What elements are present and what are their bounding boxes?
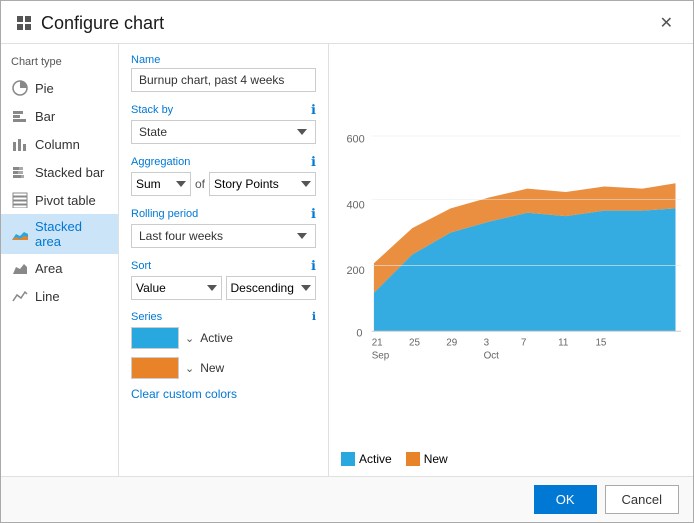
active-series-name: Active xyxy=(200,331,233,345)
x-label-25: 25 xyxy=(409,338,420,349)
chart-svg: 600 400 200 0 21 25 29 3 7 xyxy=(341,54,681,444)
chart-type-stacked-bar[interactable]: Stacked bar xyxy=(1,158,118,186)
chart-type-bar[interactable]: Bar xyxy=(1,102,118,130)
stack-by-select[interactable]: State xyxy=(131,120,316,144)
sort-field-select[interactable]: Value xyxy=(131,276,222,300)
legend-new-swatch xyxy=(406,452,420,466)
stacked-bar-label: Stacked bar xyxy=(35,165,104,180)
sort-row: Value Descending xyxy=(131,276,316,300)
dialog-footer: OK Cancel xyxy=(1,476,693,522)
legend-active-swatch xyxy=(341,452,355,466)
legend-active: Active xyxy=(341,452,392,466)
dialog-body: Chart type Pie xyxy=(1,44,693,476)
new-chevron-icon[interactable]: ⌄ xyxy=(185,362,194,375)
stack-by-info-icon[interactable]: ℹ xyxy=(311,102,316,118)
rolling-period-label: Rolling period ℹ xyxy=(131,206,316,222)
rolling-period-info-icon[interactable]: ℹ xyxy=(311,206,316,222)
stacked-bar-icon xyxy=(11,163,29,181)
x-label-11: 11 xyxy=(558,338,568,349)
column-icon xyxy=(11,135,29,153)
dialog-title: Configure chart xyxy=(41,13,654,34)
chart-area: 600 400 200 0 21 25 29 3 7 xyxy=(341,54,681,444)
chart-type-area[interactable]: Area xyxy=(1,254,118,282)
chart-type-header: Chart type xyxy=(1,52,118,74)
cancel-button[interactable]: Cancel xyxy=(605,485,679,514)
aggregation-group: Aggregation ℹ Sum of Story Points xyxy=(131,154,316,196)
active-chevron-icon[interactable]: ⌄ xyxy=(185,332,194,345)
aggregation-label: Aggregation ℹ xyxy=(131,154,316,170)
dialog-title-bar: Configure chart ✕ xyxy=(1,1,693,44)
pie-label: Pie xyxy=(35,81,54,96)
chart-type-pivot[interactable]: Pivot table xyxy=(1,186,118,214)
aggregation-info-icon[interactable]: ℹ xyxy=(311,154,316,170)
series-label: Series ℹ xyxy=(131,310,316,323)
new-series-name: New xyxy=(200,361,224,375)
configure-chart-dialog: Configure chart ✕ Chart type Pie xyxy=(0,0,694,523)
stack-by-group: Stack by ℹ State xyxy=(131,102,316,144)
clear-colors-link[interactable]: Clear custom colors xyxy=(131,387,237,401)
pivot-label: Pivot table xyxy=(35,193,96,208)
name-group: Name xyxy=(131,54,316,92)
month-sep: Sep xyxy=(372,351,390,362)
series-group: Series ℹ ⌄ Active ⌄ New Clear custom col… xyxy=(131,310,316,401)
x-label-29: 29 xyxy=(446,338,457,349)
series-item-new: ⌄ New xyxy=(131,353,316,383)
name-label: Name xyxy=(131,54,316,66)
x-label-3: 3 xyxy=(484,338,490,349)
series-info-icon[interactable]: ℹ xyxy=(312,310,316,323)
area-label: Area xyxy=(35,261,62,276)
line-icon xyxy=(11,287,29,305)
chart-type-column[interactable]: Column xyxy=(1,130,118,158)
sort-group: Sort ℹ Value Descending xyxy=(131,258,316,300)
sort-label: Sort ℹ xyxy=(131,258,316,274)
active-color-swatch[interactable] xyxy=(131,327,179,349)
stack-by-label: Stack by ℹ xyxy=(131,102,316,118)
y-label-0: 0 xyxy=(356,328,362,340)
chart-type-stacked-area[interactable]: Stacked area xyxy=(1,214,118,254)
aggregation-field-select[interactable]: Story Points xyxy=(209,172,316,196)
bar-label: Bar xyxy=(35,109,55,124)
y-label-400: 400 xyxy=(346,199,364,211)
line-label: Line xyxy=(35,289,60,304)
pie-icon xyxy=(11,79,29,97)
ok-button[interactable]: OK xyxy=(534,485,597,514)
legend-active-label: Active xyxy=(359,452,392,466)
area-icon xyxy=(11,259,29,277)
stacked-area-label: Stacked area xyxy=(35,219,108,249)
name-input[interactable] xyxy=(131,68,316,92)
pivot-icon xyxy=(11,191,29,209)
x-label-7: 7 xyxy=(521,338,526,349)
sort-order-select[interactable]: Descending xyxy=(226,276,317,300)
chart-type-line[interactable]: Line xyxy=(1,282,118,310)
chart-type-pie[interactable]: Pie xyxy=(1,74,118,102)
dialog-title-icon xyxy=(15,14,33,32)
legend-new: New xyxy=(406,452,448,466)
aggregation-row: Sum of Story Points xyxy=(131,172,316,196)
rolling-period-group: Rolling period ℹ Last four weeks xyxy=(131,206,316,248)
chart-preview-panel: 600 400 200 0 21 25 29 3 7 xyxy=(329,44,693,476)
month-oct: Oct xyxy=(484,351,500,362)
of-text: of xyxy=(195,177,205,191)
series-item-active: ⌄ Active xyxy=(131,323,316,353)
close-button[interactable]: ✕ xyxy=(654,11,679,35)
y-label-600: 600 xyxy=(346,134,364,146)
x-label-15: 15 xyxy=(595,338,606,349)
chart-type-panel: Chart type Pie xyxy=(1,44,119,476)
y-label-200: 200 xyxy=(346,265,364,277)
sort-info-icon[interactable]: ℹ xyxy=(311,258,316,274)
new-color-swatch[interactable] xyxy=(131,357,179,379)
rolling-period-select[interactable]: Last four weeks xyxy=(131,224,316,248)
stacked-area-icon xyxy=(11,225,29,243)
config-panel: Name Stack by ℹ State Aggregation ℹ xyxy=(119,44,329,476)
bar-icon xyxy=(11,107,29,125)
chart-legend: Active New xyxy=(341,452,681,466)
aggregation-sum-select[interactable]: Sum xyxy=(131,172,191,196)
column-label: Column xyxy=(35,137,80,152)
legend-new-label: New xyxy=(424,452,448,466)
x-label-21: 21 xyxy=(372,338,383,349)
